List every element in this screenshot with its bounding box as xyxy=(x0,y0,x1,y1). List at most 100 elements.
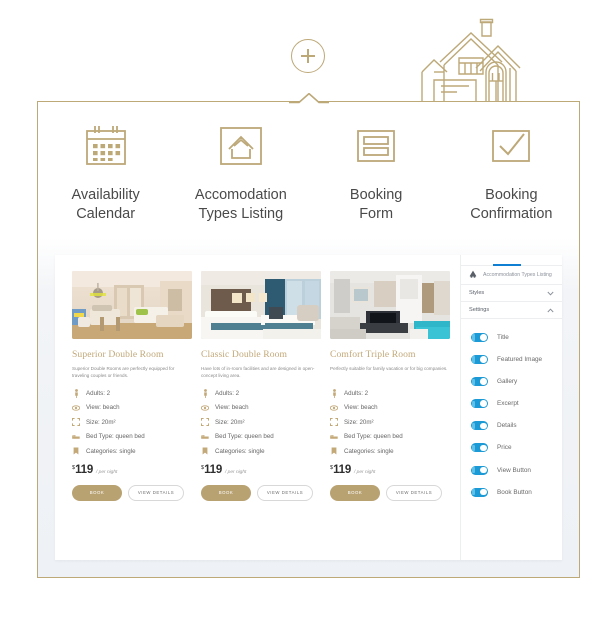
price-period: / per night xyxy=(354,469,376,475)
room-feature: Categories: single xyxy=(330,447,450,456)
tab-active-indicator xyxy=(493,264,521,266)
room-feature: View: beach xyxy=(330,403,450,412)
room-feature-text: Bed Type: queen bed xyxy=(215,433,274,441)
setting-row-details[interactable]: Details xyxy=(471,421,562,431)
room-description: Perfectly suitable for family vacation o… xyxy=(330,366,448,371)
toggle-price[interactable] xyxy=(471,443,488,453)
eye-icon xyxy=(72,403,80,412)
room-feature-text: Categories: single xyxy=(344,447,394,455)
toggle-featured-image[interactable] xyxy=(471,355,488,365)
room-feature: Size: 20m² xyxy=(330,418,450,427)
feature-booking-form[interactable]: Booking Form xyxy=(309,122,444,224)
bookmark-icon xyxy=(201,447,209,456)
room-feature: Bed Type: queen bed xyxy=(330,432,450,441)
view-details-button[interactable]: VIEW DETAILS xyxy=(128,484,184,501)
sidebar-section-styles[interactable]: Styles xyxy=(461,285,562,302)
room-feature: Adults: 2 xyxy=(72,389,192,398)
settings-toggle-list: Title Featured Image Gallery Excerpt Det… xyxy=(461,319,562,497)
setting-row-price[interactable]: Price xyxy=(471,443,562,453)
room-title[interactable]: Classic Double Room xyxy=(201,349,321,360)
setting-row-featured-image[interactable]: Featured Image xyxy=(471,355,562,365)
room-card[interactable]: Comfort Triple Room Perfectly suitable f… xyxy=(330,271,450,560)
feature-label-line1: Availability xyxy=(71,187,140,203)
room-card[interactable]: Superior Double Room Superior Double Roo… xyxy=(72,271,192,560)
room-title[interactable]: Superior Double Room xyxy=(72,349,192,360)
feature-accomodation-types-listing[interactable]: Accomodation Types Listing xyxy=(173,122,308,224)
feature-availability-calendar[interactable]: Availability Calendar xyxy=(38,122,173,224)
feature-label-line2: Form xyxy=(359,206,394,222)
room-feature-text: Categories: single xyxy=(215,447,265,455)
room-title[interactable]: Comfort Triple Room xyxy=(330,349,450,360)
chevron-down-icon[interactable] xyxy=(547,290,554,297)
room-listing: Superior Double Room Superior Double Roo… xyxy=(55,255,460,560)
view-details-button[interactable]: VIEW DETAILS xyxy=(386,484,442,501)
price-period: / per night xyxy=(96,469,118,475)
calendar-icon xyxy=(83,122,129,172)
feature-booking-confirmation[interactable]: Booking Confirmation xyxy=(444,122,579,224)
room-feature-text: View: beach xyxy=(215,404,249,412)
book-button[interactable]: BOOK xyxy=(201,484,251,501)
resize-icon xyxy=(330,418,338,427)
room-price: $ 119 / per night xyxy=(72,464,192,476)
room-feature: Bed Type: queen bed xyxy=(72,432,192,441)
eye-icon xyxy=(201,403,209,412)
book-button[interactable]: BOOK xyxy=(330,484,380,501)
sidebar-tabs[interactable] xyxy=(461,255,562,266)
comfort-triple-room-photo[interactable] xyxy=(330,271,450,339)
plus-icon[interactable] xyxy=(291,39,325,73)
room-description: Have lots of in-room facilities and are … xyxy=(201,366,315,379)
room-feature-text: Size: 20m² xyxy=(344,418,374,426)
room-actions: BOOK VIEW DETAILS xyxy=(330,484,450,501)
room-feature-list: Adults: 2 View: beach Size: 20m² Bed Typ… xyxy=(330,389,450,456)
room-feature-text: Adults: 2 xyxy=(215,390,240,397)
room-feature-text: Size: 20m² xyxy=(86,418,116,426)
eye-icon xyxy=(330,403,338,412)
room-feature-text: Bed Type: queen bed xyxy=(86,433,145,441)
setting-row-title[interactable]: Title xyxy=(471,333,562,342)
setting-label: Gallery xyxy=(497,378,518,386)
setting-label: Title xyxy=(497,334,509,341)
widget-header[interactable]: Accommodation Types Listing xyxy=(461,266,562,285)
toggle-gallery[interactable] xyxy=(471,377,488,387)
room-feature-list: Adults: 2 View: beach Size: 20m² Bed Typ… xyxy=(72,389,192,456)
person-icon xyxy=(201,389,209,398)
sidebar-section-settings[interactable]: Settings xyxy=(461,302,562,319)
setting-label: Featured Image xyxy=(497,356,543,364)
room-feature-list: Adults: 2 View: beach Size: 20m² Bed Typ… xyxy=(201,389,321,456)
feature-label-line2: Types Listing xyxy=(198,206,284,222)
room-feature: Categories: single xyxy=(201,447,321,456)
toggle-book-button[interactable] xyxy=(471,487,488,497)
setting-row-gallery[interactable]: Gallery xyxy=(471,377,562,387)
price-currency: $ xyxy=(201,465,205,472)
house-illustration xyxy=(414,18,526,104)
room-feature: Size: 20m² xyxy=(72,418,192,427)
room-price: $ 119 / per night xyxy=(201,464,321,476)
book-button[interactable]: BOOK xyxy=(72,484,122,501)
room-actions: BOOK VIEW DETAILS xyxy=(201,484,321,501)
toggle-view-button[interactable] xyxy=(471,465,488,475)
superior-double-room-photo[interactable] xyxy=(72,271,192,339)
view-details-button[interactable]: VIEW DETAILS xyxy=(257,484,313,501)
toggle-details[interactable] xyxy=(471,421,488,431)
person-icon xyxy=(330,389,338,398)
feature-label-line1: Booking xyxy=(349,187,403,203)
form-icon xyxy=(353,122,399,172)
room-feature-text: Adults: 2 xyxy=(344,390,369,397)
setting-row-view-button[interactable]: View Button xyxy=(471,465,562,475)
room-card[interactable]: Classic Double Room Have lots of in-room… xyxy=(201,271,321,560)
toggle-title[interactable] xyxy=(471,333,488,342)
chevron-up-icon[interactable] xyxy=(547,307,554,314)
toggle-excerpt[interactable] xyxy=(471,399,488,409)
setting-label: Details xyxy=(497,422,517,430)
widget-name: Accommodation Types Listing xyxy=(483,272,552,278)
room-feature: View: beach xyxy=(201,403,321,412)
feature-label-line2: Confirmation xyxy=(470,206,553,222)
bed-icon xyxy=(201,432,209,441)
setting-row-book-button[interactable]: Book Button xyxy=(471,487,562,497)
room-feature: Bed Type: queen bed xyxy=(201,432,321,441)
resize-icon xyxy=(201,418,209,427)
room-description: Superior Double Rooms are perfectly equi… xyxy=(72,366,175,379)
widget-icon xyxy=(469,270,477,280)
setting-row-excerpt[interactable]: Excerpt xyxy=(471,399,562,409)
classic-double-room-photo[interactable] xyxy=(201,271,321,339)
